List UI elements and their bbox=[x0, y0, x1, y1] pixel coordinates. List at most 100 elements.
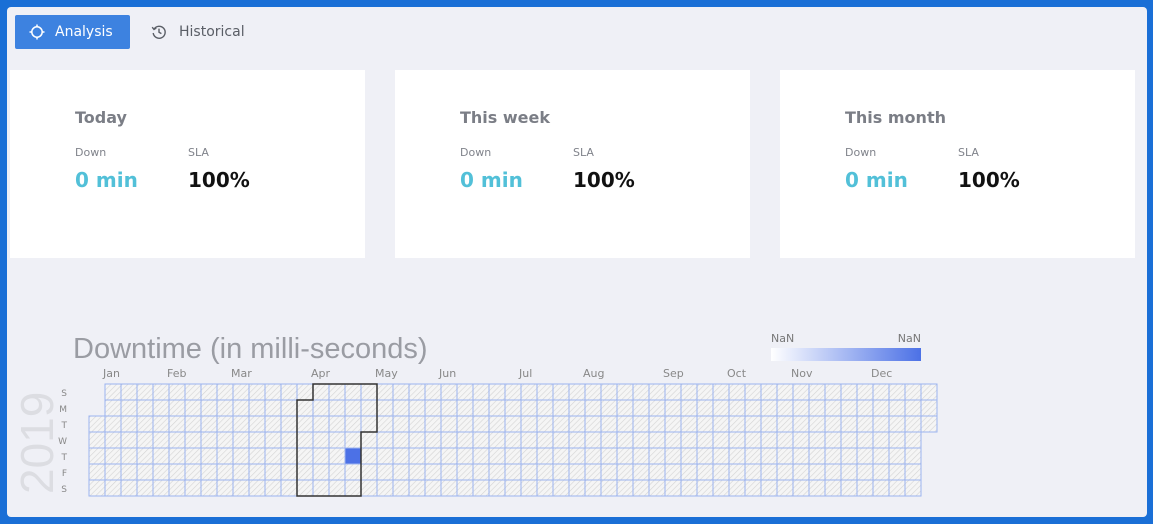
day-cell[interactable] bbox=[312, 399, 330, 417]
day-cell[interactable] bbox=[616, 463, 634, 481]
day-cell[interactable] bbox=[424, 383, 442, 401]
day-cell[interactable] bbox=[216, 415, 234, 433]
day-cell[interactable] bbox=[600, 399, 618, 417]
day-cell[interactable] bbox=[568, 399, 586, 417]
day-cell[interactable] bbox=[744, 447, 762, 465]
day-cell[interactable] bbox=[168, 415, 186, 433]
day-cell[interactable] bbox=[536, 479, 554, 497]
day-cell[interactable] bbox=[872, 463, 890, 481]
day-cell[interactable] bbox=[600, 383, 618, 401]
day-cell[interactable] bbox=[664, 399, 682, 417]
day-cell[interactable] bbox=[184, 399, 202, 417]
day-cell[interactable] bbox=[280, 431, 298, 449]
day-cell[interactable] bbox=[760, 431, 778, 449]
day-cell[interactable] bbox=[104, 383, 122, 401]
day-cell[interactable] bbox=[552, 383, 570, 401]
day-cell[interactable] bbox=[200, 415, 218, 433]
day-cell[interactable] bbox=[184, 463, 202, 481]
day-cell[interactable] bbox=[872, 383, 890, 401]
day-cell[interactable] bbox=[408, 399, 426, 417]
day-cell[interactable] bbox=[712, 479, 730, 497]
day-cell[interactable] bbox=[424, 479, 442, 497]
day-cell[interactable] bbox=[328, 431, 346, 449]
day-cell[interactable] bbox=[664, 463, 682, 481]
day-cell[interactable] bbox=[856, 447, 874, 465]
day-cell[interactable] bbox=[824, 431, 842, 449]
day-cell[interactable] bbox=[472, 463, 490, 481]
day-cell[interactable] bbox=[776, 431, 794, 449]
day-cell[interactable] bbox=[376, 447, 394, 465]
day-cell[interactable] bbox=[152, 383, 170, 401]
day-cell[interactable] bbox=[488, 463, 506, 481]
day-cell[interactable] bbox=[888, 447, 906, 465]
day-cell[interactable] bbox=[424, 463, 442, 481]
day-cell[interactable] bbox=[680, 479, 698, 497]
day-cell[interactable] bbox=[808, 415, 826, 433]
day-cell[interactable] bbox=[760, 479, 778, 497]
day-cell[interactable] bbox=[920, 383, 938, 401]
day-cell[interactable] bbox=[456, 447, 474, 465]
day-cell[interactable] bbox=[888, 431, 906, 449]
day-cell[interactable] bbox=[776, 447, 794, 465]
day-cell[interactable] bbox=[184, 447, 202, 465]
day-cell[interactable] bbox=[200, 431, 218, 449]
day-cell[interactable] bbox=[408, 479, 426, 497]
day-cell[interactable] bbox=[232, 399, 250, 417]
day-cell[interactable] bbox=[520, 463, 538, 481]
day-cell[interactable] bbox=[376, 415, 394, 433]
day-cell[interactable] bbox=[440, 431, 458, 449]
day-cell[interactable] bbox=[808, 479, 826, 497]
day-cell[interactable] bbox=[648, 463, 666, 481]
day-cell[interactable] bbox=[856, 415, 874, 433]
day-cell[interactable] bbox=[136, 399, 154, 417]
day-cell[interactable] bbox=[600, 415, 618, 433]
day-cell[interactable] bbox=[392, 463, 410, 481]
day-cell[interactable] bbox=[552, 447, 570, 465]
day-cell[interactable] bbox=[520, 383, 538, 401]
day-cell[interactable] bbox=[456, 431, 474, 449]
day-cell[interactable] bbox=[552, 463, 570, 481]
day-cell[interactable] bbox=[760, 415, 778, 433]
day-cell[interactable] bbox=[696, 463, 714, 481]
day-cell[interactable] bbox=[200, 447, 218, 465]
day-cell[interactable] bbox=[824, 447, 842, 465]
day-cell[interactable] bbox=[856, 431, 874, 449]
day-cell[interactable] bbox=[744, 415, 762, 433]
day-cell[interactable] bbox=[680, 399, 698, 417]
day-cell[interactable] bbox=[696, 415, 714, 433]
day-cell[interactable] bbox=[904, 447, 922, 465]
day-cell[interactable] bbox=[152, 415, 170, 433]
day-cell[interactable] bbox=[664, 447, 682, 465]
day-cell[interactable] bbox=[696, 383, 714, 401]
day-cell[interactable] bbox=[120, 383, 138, 401]
day-cell[interactable] bbox=[536, 383, 554, 401]
day-cell[interactable] bbox=[520, 431, 538, 449]
day-cell[interactable] bbox=[456, 463, 474, 481]
day-cell[interactable] bbox=[728, 399, 746, 417]
day-cell[interactable] bbox=[840, 447, 858, 465]
day-cell[interactable] bbox=[600, 447, 618, 465]
day-cell[interactable] bbox=[184, 415, 202, 433]
day-cell[interactable] bbox=[776, 399, 794, 417]
day-cell[interactable] bbox=[440, 479, 458, 497]
day-cell[interactable] bbox=[392, 415, 410, 433]
day-cell[interactable] bbox=[232, 463, 250, 481]
day-cell[interactable] bbox=[696, 447, 714, 465]
day-cell[interactable] bbox=[776, 383, 794, 401]
day-cell[interactable] bbox=[264, 399, 282, 417]
day-cell[interactable] bbox=[776, 479, 794, 497]
day-cell[interactable] bbox=[840, 415, 858, 433]
day-cell[interactable] bbox=[376, 479, 394, 497]
day-cell[interactable] bbox=[376, 399, 394, 417]
day-cell[interactable] bbox=[536, 415, 554, 433]
day-cell[interactable] bbox=[680, 383, 698, 401]
day-cell[interactable] bbox=[824, 399, 842, 417]
day-cell[interactable] bbox=[472, 479, 490, 497]
day-cell[interactable] bbox=[632, 447, 650, 465]
day-cell[interactable] bbox=[536, 447, 554, 465]
day-cell[interactable] bbox=[360, 431, 378, 449]
day-cell[interactable] bbox=[120, 479, 138, 497]
day-cell[interactable] bbox=[504, 479, 522, 497]
day-cell[interactable] bbox=[776, 463, 794, 481]
day-cell[interactable] bbox=[248, 383, 266, 401]
